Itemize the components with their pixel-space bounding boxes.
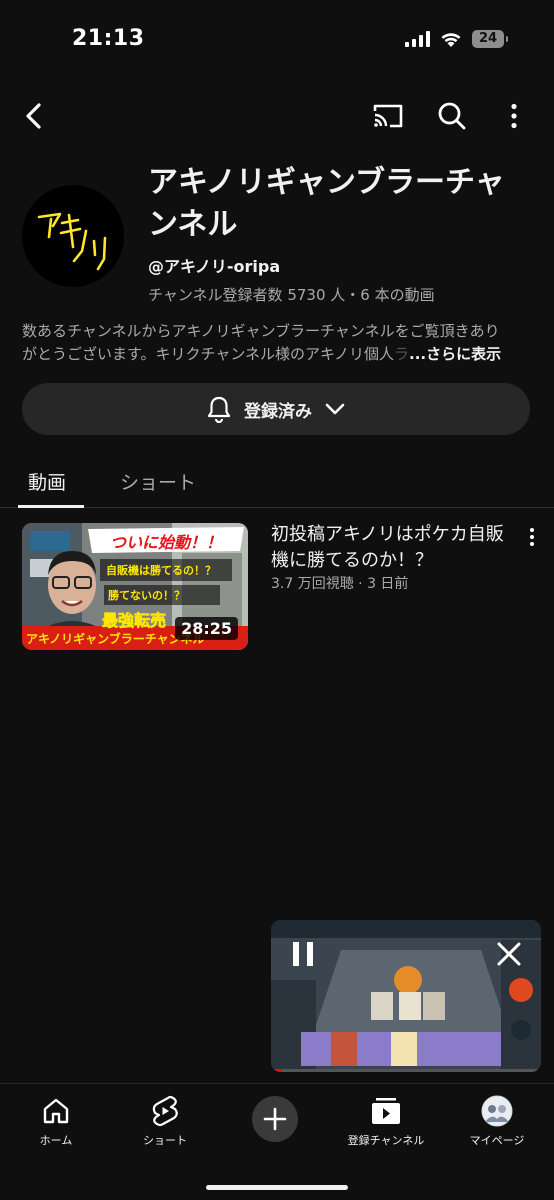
video-duration: 28:25	[175, 617, 238, 640]
channel-page: 21:13 24 アキノリギャンブラーチャンネル @アキノリ-oripa チャン…	[0, 0, 554, 1200]
nav-home[interactable]: ホーム	[6, 1094, 106, 1148]
search-button[interactable]	[430, 88, 474, 144]
show-more-link[interactable]: ...さらに表示	[409, 345, 501, 363]
home-indicator	[206, 1185, 348, 1190]
cellular-signal-icon	[405, 31, 430, 47]
more-options-button[interactable]	[492, 88, 536, 144]
nav-subscriptions-label: 登録チャンネル	[347, 1134, 425, 1147]
description-line-2: がとうございます。キリクチャンネル様のアキノリ個人ラ...さらに表示	[22, 343, 534, 366]
description-line-1: 数あるチャンネルからアキノリギャンブラーチャンネルをご覧頂きあり	[22, 322, 500, 340]
active-tab-indicator	[18, 505, 84, 508]
mini-player[interactable]	[271, 920, 541, 1072]
home-icon	[43, 1098, 69, 1124]
cast-button[interactable]	[366, 88, 410, 144]
video-thumbnail[interactable]: ついに始動！！ 自販機は勝てるの！？ 勝てないの！？ 最強転売 アキノリギャンブ…	[22, 523, 248, 650]
channel-avatar[interactable]	[22, 185, 124, 287]
video-title[interactable]: 初投稿アキノリはポケカ自販機に勝てるのか！？	[271, 522, 511, 574]
avatar-logo	[37, 212, 107, 271]
subscribe-label: 登録済み	[244, 401, 312, 422]
channel-description[interactable]: 数あるチャンネルからアキノリギャンブラーチャンネルをご覧頂きあり がとうございま…	[22, 320, 534, 366]
nav-subscriptions[interactable]: 登録チャンネル	[336, 1094, 436, 1148]
description-fade: ラ	[394, 345, 410, 363]
mini-player-progress	[271, 1069, 541, 1072]
thumbnail-line-1: 自販機は勝てるの！？	[106, 564, 216, 577]
thumbnail-line-3: 最強転売	[102, 611, 167, 631]
bottom-nav: ホーム ショート 登録チャンネル マイページ	[0, 1083, 554, 1200]
tab-shorts[interactable]: ショート	[120, 468, 196, 495]
nav-home-label: ホーム	[39, 1134, 73, 1147]
nav-mypage[interactable]: マイページ	[447, 1094, 547, 1148]
channel-tabs: 動画 ショート	[0, 456, 554, 508]
create-button[interactable]	[252, 1096, 298, 1142]
nav-mypage-label: マイページ	[469, 1134, 525, 1147]
battery-indicator: 24	[472, 30, 508, 48]
video-meta: 3.7 万回視聴 · 3 日前	[271, 576, 409, 592]
video-more-button[interactable]	[520, 522, 544, 552]
close-mini-player-button[interactable]	[493, 938, 525, 970]
subscriptions-icon	[372, 1098, 400, 1124]
more-vertical-icon	[511, 103, 517, 129]
description-text: がとうございます。キリクチャンネル様のアキノリ個人	[22, 345, 395, 363]
nav-shorts[interactable]: ショート	[115, 1094, 215, 1148]
nav-shorts-label: ショート	[143, 1134, 187, 1147]
profile-avatar-icon	[481, 1095, 513, 1127]
back-arrow-icon	[26, 103, 41, 129]
search-icon	[438, 102, 466, 130]
channel-name: アキノリギャンブラーチャンネル	[148, 165, 505, 242]
bell-icon	[207, 396, 231, 423]
cast-icon	[373, 104, 403, 128]
thumbnail-line-2: 勝てないの！？	[108, 589, 185, 602]
wifi-icon	[441, 32, 461, 47]
mini-player-progress-fill	[271, 1069, 282, 1072]
channel-meta: チャンネル登録者数 5730 人・6 本の動画	[148, 286, 435, 304]
chevron-down-icon	[325, 403, 345, 415]
more-vertical-icon	[530, 528, 534, 546]
top-nav	[0, 88, 554, 144]
back-button[interactable]	[12, 88, 56, 144]
plus-icon	[263, 1107, 287, 1131]
subscribed-button[interactable]: 登録済み	[22, 383, 530, 435]
channel-handle: @アキノリ-oripa	[148, 257, 281, 276]
shorts-icon	[152, 1095, 178, 1127]
status-time: 21:13	[72, 26, 145, 51]
status-bar: 21:13 24	[0, 0, 554, 80]
tab-videos[interactable]: 動画	[28, 468, 66, 495]
thumbnail-banner-text: ついに始動！！	[109, 533, 222, 552]
pause-button[interactable]	[287, 938, 319, 970]
status-icons: 24	[405, 30, 508, 48]
